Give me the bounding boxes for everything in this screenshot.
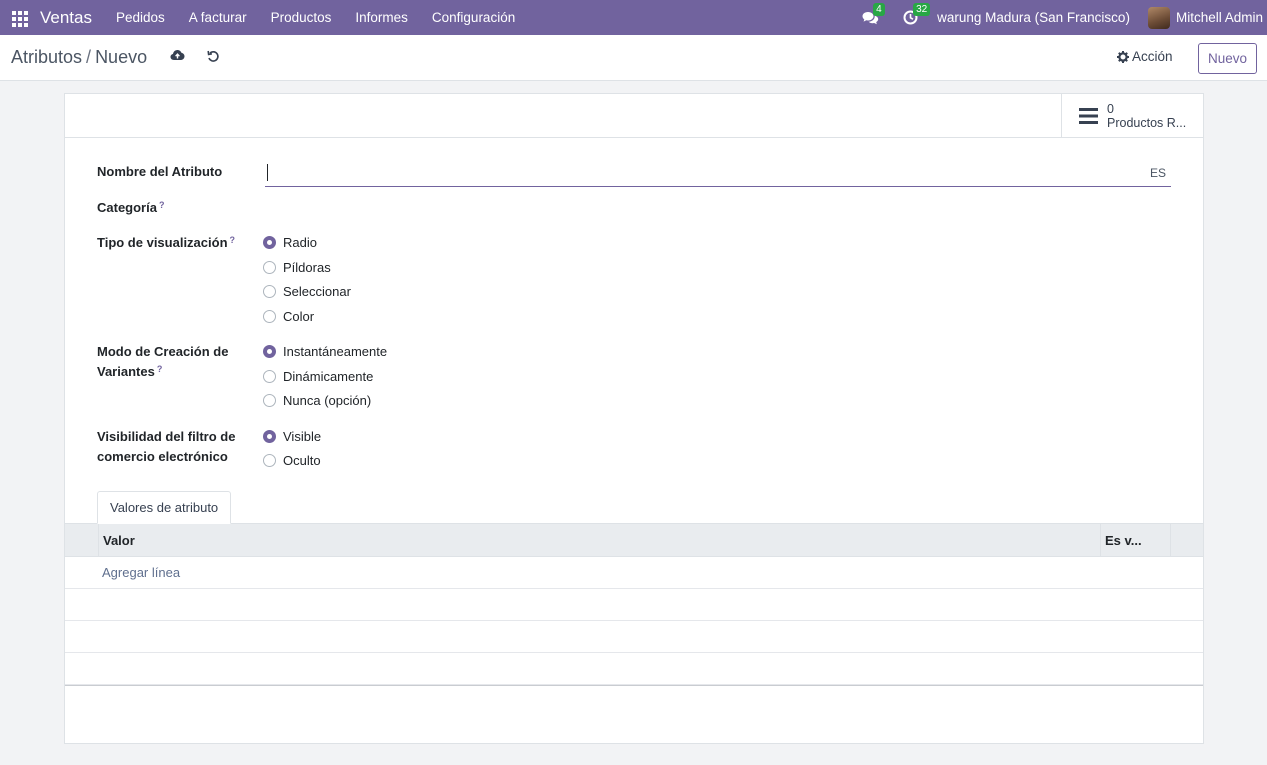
variant-mode-label-line2: Variantes xyxy=(97,364,155,379)
variant-mode-never[interactable]: Nunca (opción) xyxy=(263,393,371,408)
attribute-name-input[interactable]: ES xyxy=(265,160,1171,187)
activities-button[interactable]: 32 xyxy=(897,0,931,35)
variant-mode-option-never: Nunca (opción) xyxy=(283,393,372,408)
variant-mode-instant[interactable]: Instantáneamente xyxy=(263,344,387,359)
undo-icon[interactable] xyxy=(207,50,220,63)
radio-unchecked-icon xyxy=(263,454,276,467)
visibility-visible[interactable]: Visible xyxy=(263,429,321,444)
column-divider xyxy=(1100,524,1101,556)
display-type-select[interactable]: Seleccionar xyxy=(263,284,351,299)
table-row xyxy=(65,653,1203,685)
form-sheet: 0 Productos R... Nombre del Atributo ES … xyxy=(64,93,1204,744)
radio-unchecked-icon xyxy=(263,310,276,323)
gear-icon xyxy=(1117,50,1129,63)
language-button[interactable]: ES xyxy=(1150,166,1166,180)
display-type-radio[interactable]: Radio xyxy=(263,235,317,250)
tab-attribute-values[interactable]: Valores de atributo xyxy=(97,491,232,524)
action-label: Acción xyxy=(1132,49,1173,64)
variant-mode-label: Modo de Creación de Variantes? xyxy=(97,342,228,382)
user-menu[interactable]: Mitchell Admin xyxy=(1176,10,1263,25)
breadcrumb-current: Nuevo xyxy=(95,47,148,67)
display-type-label: Tipo de visualización? xyxy=(97,233,235,253)
radio-unchecked-icon xyxy=(263,261,276,274)
column-header-value[interactable]: Valor xyxy=(103,524,135,556)
category-label-text: Categoría xyxy=(97,200,157,215)
visibility-label-line1: Visibilidad del filtro de xyxy=(97,429,236,444)
name-label: Nombre del Atributo xyxy=(97,164,223,179)
variant-mode-option-instant: Instantáneamente xyxy=(283,344,388,359)
cloud-upload-icon[interactable] xyxy=(170,49,185,61)
app-brand[interactable]: Ventas xyxy=(40,8,92,28)
radio-checked-icon xyxy=(263,236,276,249)
menu-pedidos[interactable]: Pedidos xyxy=(104,10,177,25)
radio-unchecked-icon xyxy=(263,394,276,407)
menu-informes[interactable]: Informes xyxy=(343,10,420,25)
top-navbar: Ventas Pedidos A facturar Productos Info… xyxy=(0,0,1267,35)
visibility-option-hidden: Oculto xyxy=(283,453,321,468)
visibility-option-visible: Visible xyxy=(283,429,322,444)
user-avatar[interactable] xyxy=(1147,6,1170,29)
related-products-count: 0 xyxy=(1107,101,1114,116)
new-button[interactable]: Nuevo xyxy=(1198,43,1257,74)
display-type-label-text: Tipo de visualización xyxy=(97,235,228,250)
related-products-label: Productos R... xyxy=(1107,115,1187,130)
column-header-is-custom[interactable]: Es v... xyxy=(1105,524,1142,556)
display-type-option-select: Seleccionar xyxy=(283,284,351,299)
variant-mode-option-dynamic: Dinámicamente xyxy=(283,369,374,384)
menu-productos[interactable]: Productos xyxy=(259,10,344,25)
messages-button[interactable]: 4 xyxy=(857,0,885,35)
column-divider xyxy=(98,524,99,556)
visibility-label-line2: comercio electrónico xyxy=(97,449,228,464)
display-type-option-radio: Radio xyxy=(283,235,317,250)
table-row xyxy=(65,589,1203,621)
display-type-option-color: Color xyxy=(283,309,315,324)
display-type-pills[interactable]: Píldoras xyxy=(263,260,331,275)
action-menu-button[interactable]: Acción xyxy=(1117,49,1173,64)
category-help-icon[interactable]: ? xyxy=(159,200,165,210)
text-caret xyxy=(267,164,268,181)
radio-unchecked-icon xyxy=(263,370,276,383)
company-switcher[interactable]: warung Madura (San Francisco) xyxy=(937,10,1130,25)
table-row: Agregar línea xyxy=(65,557,1203,589)
visibility-label: Visibilidad del filtro de comercio elect… xyxy=(97,427,235,467)
display-type-color[interactable]: Color xyxy=(263,309,314,324)
table-header: Valor Es v... xyxy=(65,523,1203,557)
apps-menu-icon[interactable] xyxy=(12,10,28,27)
attribute-values-table: Valor Es v... Agregar línea xyxy=(65,523,1203,687)
display-type-help-icon[interactable]: ? xyxy=(230,235,236,245)
variant-mode-help-icon[interactable]: ? xyxy=(157,364,163,374)
display-type-option-pills: Píldoras xyxy=(283,260,331,275)
category-label: Categoría? xyxy=(97,198,164,218)
breadcrumb: Atributos / Nuevo xyxy=(11,47,147,68)
messages-count-badge: 4 xyxy=(873,3,885,16)
list-icon xyxy=(1079,107,1098,124)
button-box: 0 Productos R... xyxy=(65,94,1203,138)
related-products-button[interactable]: 0 Productos R... xyxy=(1061,94,1203,137)
radio-checked-icon xyxy=(263,430,276,443)
radio-checked-icon xyxy=(263,345,276,358)
column-divider xyxy=(1170,524,1171,556)
table-footer xyxy=(65,685,1203,687)
breadcrumb-parent[interactable]: Atributos xyxy=(11,47,82,67)
add-line-link[interactable]: Agregar línea xyxy=(102,565,180,580)
variant-mode-dynamic[interactable]: Dinámicamente xyxy=(263,369,373,384)
breadcrumb-separator: / xyxy=(86,47,92,67)
menu-configuracion[interactable]: Configuración xyxy=(420,10,527,25)
table-row xyxy=(65,621,1203,653)
radio-unchecked-icon xyxy=(263,285,276,298)
variant-mode-label-line1: Modo de Creación de xyxy=(97,344,229,359)
control-panel: Atributos / Nuevo Acción Nuevo xyxy=(0,35,1267,81)
activities-count-badge: 32 xyxy=(913,3,931,16)
menu-a-facturar[interactable]: A facturar xyxy=(177,10,259,25)
visibility-hidden[interactable]: Oculto xyxy=(263,453,321,468)
